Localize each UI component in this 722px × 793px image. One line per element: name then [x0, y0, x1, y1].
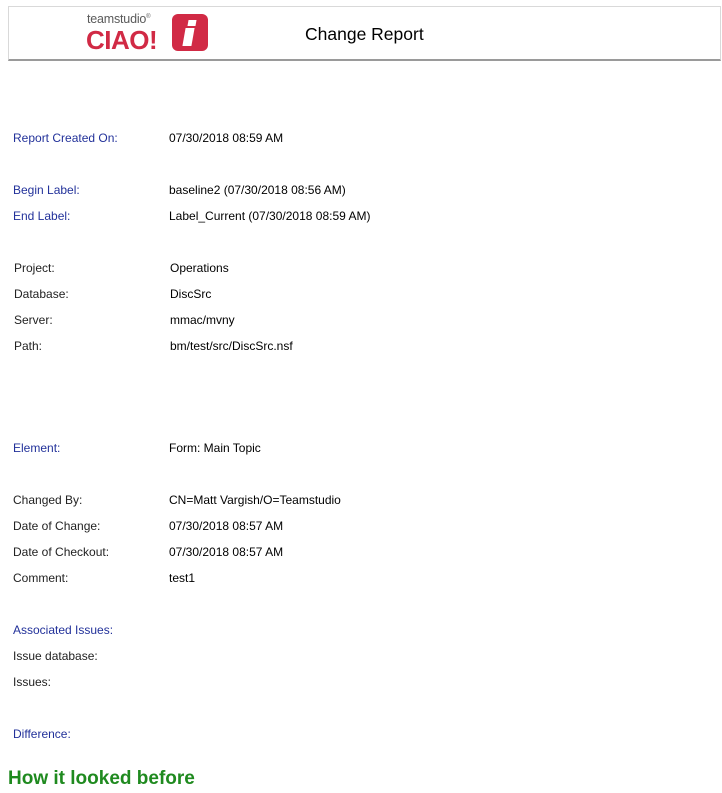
- report-created-label: Report Created On:: [13, 131, 118, 145]
- project-value: Operations: [170, 261, 229, 275]
- server-label: Server:: [14, 313, 53, 327]
- server-value: mmac/mvny: [170, 313, 235, 327]
- difference-label: Difference:: [13, 727, 71, 741]
- begin-label-value: baseline2 (07/30/2018 08:56 AM): [169, 183, 346, 197]
- changed-by-value: CN=Matt Vargish/O=Teamstudio: [169, 493, 341, 507]
- path-label: Path:: [14, 339, 43, 353]
- issues-label: Issues:: [13, 675, 52, 689]
- path-value: bm/test/src/DiscSrc.nsf: [170, 339, 293, 353]
- database-label: Database:: [14, 287, 69, 301]
- ciao-logo-icon: [172, 14, 208, 51]
- changed-by-label: Changed By:: [13, 493, 83, 507]
- logo-wordmark-top: teamstudio®: [87, 12, 151, 26]
- element-label: Element:: [13, 441, 61, 455]
- date-of-change-label: Date of Change:: [13, 519, 101, 533]
- report-header: teamstudio® CIAO! Change Report: [8, 6, 721, 61]
- comment-value: test1: [169, 571, 196, 585]
- associated-issues-label: Associated Issues:: [13, 623, 114, 637]
- project-label: Project:: [14, 261, 55, 275]
- database-value: DiscSrc: [170, 287, 212, 301]
- date-of-checkout-label: Date of Checkout:: [13, 545, 110, 559]
- date-of-change-value: 07/30/2018 08:57 AM: [169, 519, 284, 533]
- begin-label-label: Begin Label:: [13, 183, 80, 197]
- comment-label: Comment:: [13, 571, 69, 585]
- element-value: Form: Main Topic: [169, 441, 261, 455]
- end-label-value: Label_Current (07/30/2018 08:59 AM): [169, 209, 371, 223]
- before-heading: How it looked before: [8, 768, 195, 789]
- report-created-value: 07/30/2018 08:59 AM: [169, 131, 284, 145]
- issue-database-label: Issue database:: [13, 649, 98, 663]
- logo-wordmark-main: CIAO!: [86, 25, 158, 55]
- date-of-checkout-value: 07/30/2018 08:57 AM: [169, 545, 284, 559]
- page-title: Change Report: [305, 24, 424, 44]
- end-label-label: End Label:: [13, 209, 71, 223]
